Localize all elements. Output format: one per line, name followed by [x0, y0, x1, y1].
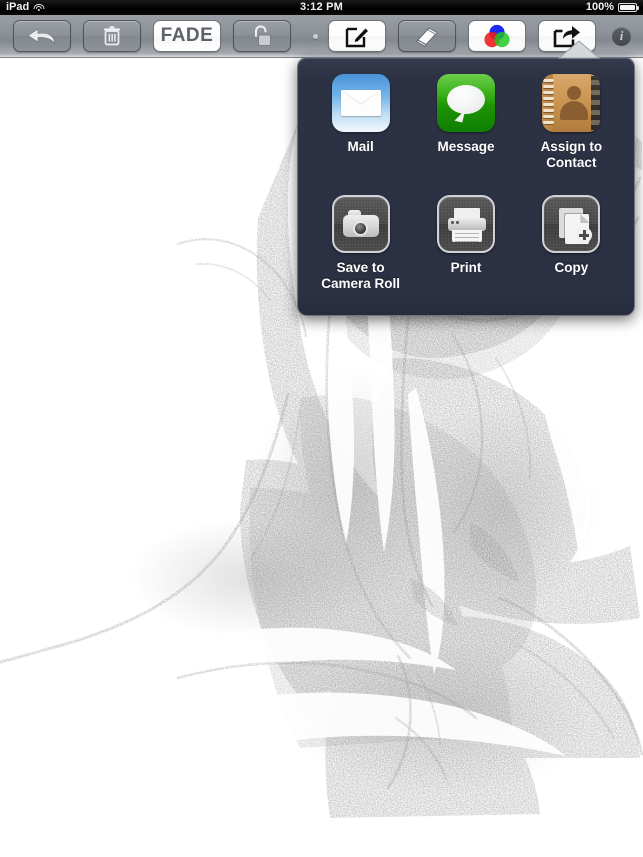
color-button[interactable] [468, 20, 526, 52]
trash-icon [104, 26, 120, 46]
share-item-copy[interactable]: Copy [519, 195, 624, 292]
fade-button[interactable]: FADE [153, 20, 221, 52]
share-item-label: Mail [347, 139, 374, 154]
trash-button[interactable] [83, 20, 141, 52]
share-item-label: Message [437, 139, 495, 154]
share-row-2: Save to Camera Roll Print Copy [298, 179, 634, 292]
camera-icon [331, 195, 390, 253]
mail-envelope-icon [331, 74, 390, 132]
lock-button[interactable] [233, 20, 291, 52]
main-toolbar: FADE i [0, 15, 643, 58]
share-item-mail[interactable]: Mail [308, 74, 413, 171]
status-bar: iPad 3:12 PM 100% [0, 0, 643, 15]
share-item-message[interactable]: Message [413, 74, 518, 171]
share-popover: Mail Message Assign to Contact Save to C… [297, 57, 635, 316]
share-item-label: Save to Camera Roll [321, 260, 401, 291]
eraser-icon [416, 27, 438, 48]
eraser-button[interactable] [398, 20, 456, 52]
share-item-save-to-camera-roll[interactable]: Save to Camera Roll [308, 195, 413, 292]
address-book-icon [542, 74, 601, 132]
undo-button[interactable] [13, 20, 71, 52]
share-item-assign-to-contact[interactable]: Assign to Contact [519, 74, 624, 171]
unlocked-padlock-icon [254, 25, 271, 46]
status-time: 3:12 PM [300, 1, 343, 13]
info-button[interactable]: i [612, 26, 631, 46]
draw-button[interactable] [328, 20, 386, 52]
printer-icon [436, 195, 495, 253]
brush-size-dot[interactable] [313, 33, 318, 39]
popover-arrow [558, 40, 600, 59]
message-bubble-icon [436, 74, 495, 132]
copy-document-icon [542, 195, 601, 253]
battery-percent: 100% [585, 1, 614, 13]
share-item-label: Print [450, 260, 482, 275]
fade-label: FADE [160, 25, 214, 46]
undo-arrow-icon [27, 28, 56, 45]
share-item-label: Copy [554, 260, 589, 275]
pencil-edit-icon [345, 27, 368, 48]
rgb-color-wheel-icon [484, 24, 510, 48]
battery-full-icon [618, 3, 640, 12]
share-item-print[interactable]: Print [413, 195, 518, 292]
share-row-1: Mail Message Assign to Contact [298, 58, 634, 171]
share-item-label: Assign to Contact [540, 139, 603, 170]
